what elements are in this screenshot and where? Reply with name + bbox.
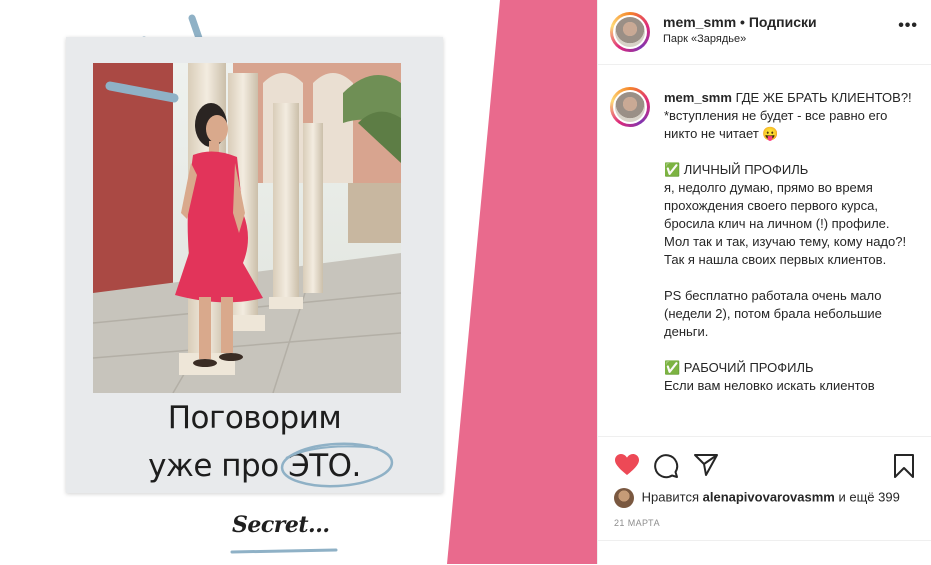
caption-title: ГДЕ ЖЕ БРАТЬ КЛИЕНТОВ?! xyxy=(735,90,912,105)
caption-intro: *вступления не будет - все равно его ник… xyxy=(664,108,888,141)
post-caption: mem_smm ГДЕ ЖЕ БРАТЬ КЛИЕНТОВ?! *вступле… xyxy=(664,89,916,395)
post-media[interactable]: Поговорим уже про ЭТО. Secret... xyxy=(0,0,597,564)
post-photo xyxy=(93,63,401,393)
section-body: Если вам неловко искать клиентов xyxy=(664,378,875,393)
bookmark-icon[interactable] xyxy=(893,453,915,479)
tape-decoration xyxy=(105,81,179,103)
signature-text: Secret... xyxy=(232,512,330,538)
avatar[interactable] xyxy=(610,12,650,52)
section-body: я, недолго думаю, прямо во время прохожд… xyxy=(664,180,907,267)
signature-underline xyxy=(230,548,338,554)
post-header: mem_smm • Подписки Парк «Зарядье» ••• xyxy=(598,0,931,65)
username-link[interactable]: mem_smm xyxy=(663,14,736,30)
hand-drawn-circle xyxy=(280,442,394,488)
share-icon[interactable] xyxy=(693,453,719,477)
caption-line-1: Поговорим xyxy=(167,400,342,436)
avatar[interactable] xyxy=(610,87,650,127)
header-user-line: mem_smm • Подписки xyxy=(663,14,817,30)
post-sidebar: mem_smm • Подписки Парк «Зарядье» ••• me… xyxy=(597,0,931,564)
section-heading: ✅ РАБОЧИЙ ПРОФИЛЬ xyxy=(664,360,814,375)
post-date[interactable]: 21 МАРТА xyxy=(614,518,660,528)
post-actions: Нравится alenapivovarovasmm и ещё 399 21… xyxy=(598,436,931,543)
separator-dot: • xyxy=(740,14,745,30)
add-comment-area[interactable] xyxy=(598,540,931,565)
likes-user-link[interactable]: alenapivovarovasmm xyxy=(703,489,835,504)
caption-username[interactable]: mem_smm xyxy=(664,90,732,105)
likes-suffix[interactable]: и ещё 399 xyxy=(838,489,899,504)
following-button[interactable]: Подписки xyxy=(749,14,817,30)
location-link[interactable]: Парк «Зарядье» xyxy=(663,33,746,45)
photo-illustration xyxy=(93,63,401,393)
caption-prefix: уже про xyxy=(148,448,279,484)
likes-summary[interactable]: Нравится alenapivovarovasmm и ещё 399 xyxy=(614,488,900,508)
comment-icon[interactable] xyxy=(653,453,679,479)
heart-icon[interactable] xyxy=(614,453,640,477)
likes-prefix: Нравится xyxy=(641,489,699,505)
section-heading: ✅ ЛИЧНЫЙ ПРОФИЛЬ xyxy=(664,162,809,177)
caption-area[interactable]: mem_smm ГДЕ ЖЕ БРАТЬ КЛИЕНТОВ?! *вступле… xyxy=(598,65,931,435)
more-horizontal-icon[interactable]: ••• xyxy=(898,17,918,35)
ps-text: PS бесплатно работала очень мало (недели… xyxy=(664,288,882,339)
avatar xyxy=(614,488,634,508)
